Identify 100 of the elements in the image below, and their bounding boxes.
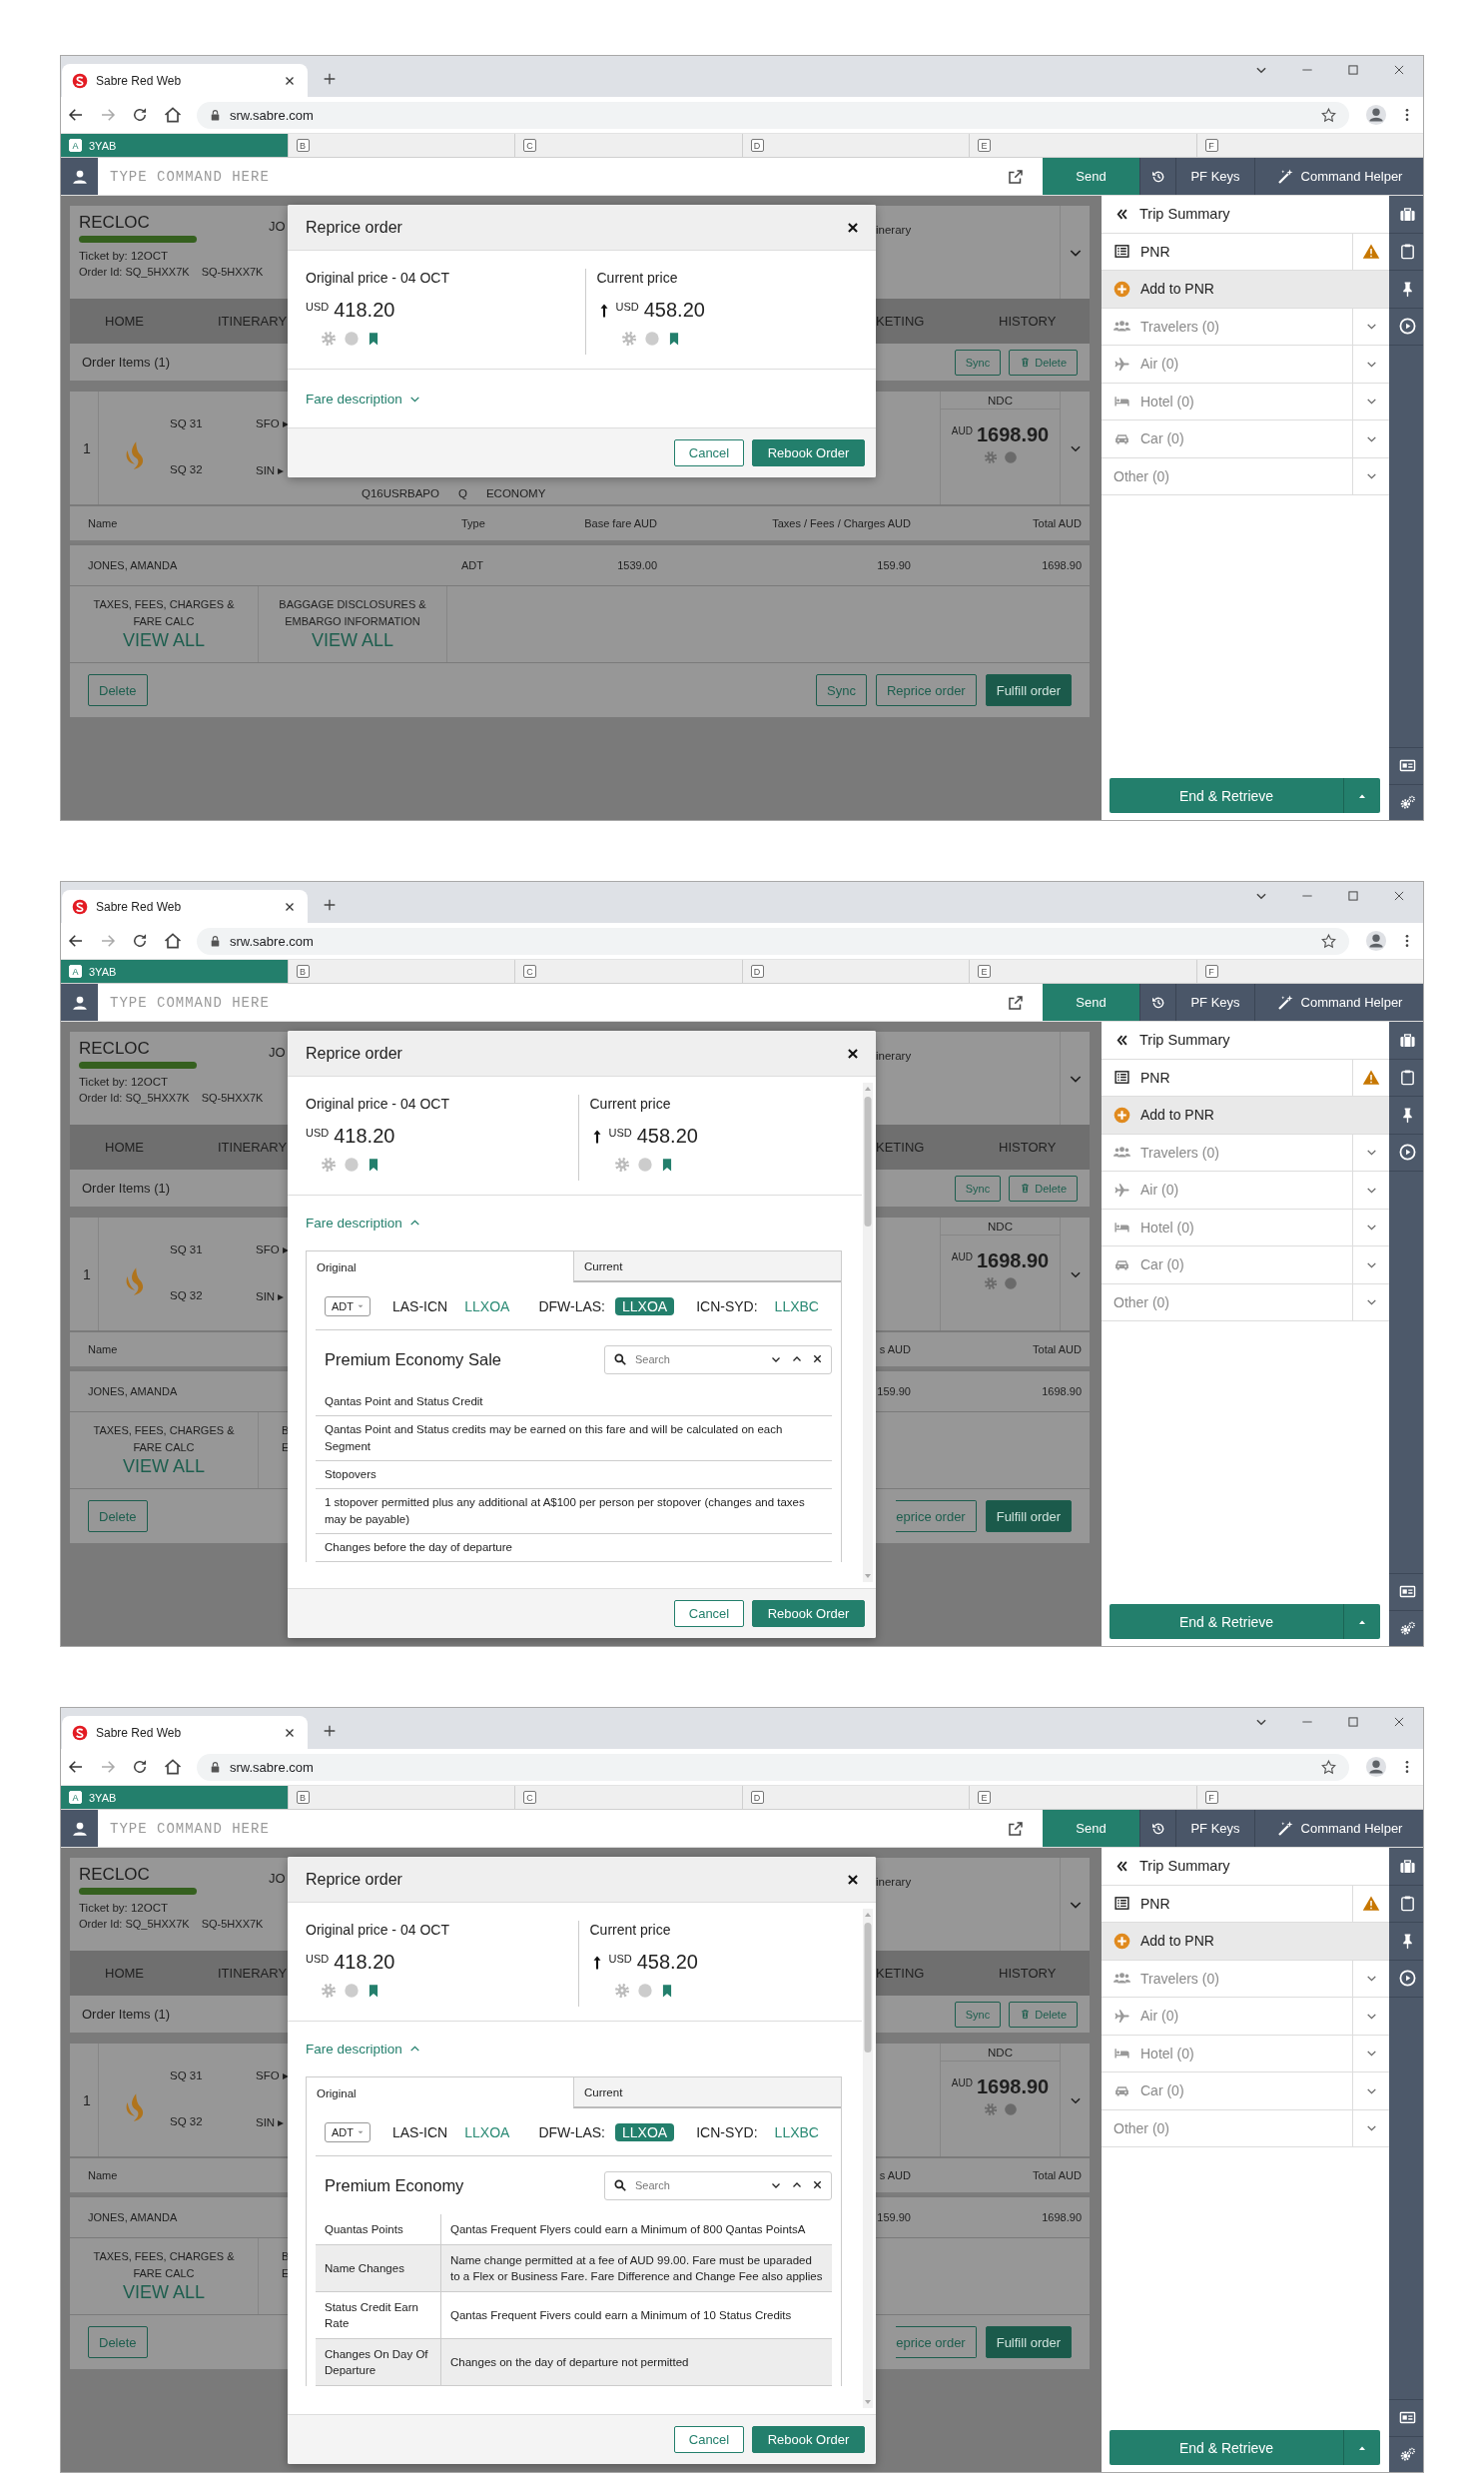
home-icon[interactable] [163,105,183,125]
nav-tab[interactable]: HISTORY [999,1140,1057,1155]
star-icon[interactable] [1320,106,1337,124]
close-icon[interactable] [846,1872,860,1887]
session-tab[interactable]: A 3YAB [61,1786,289,1809]
close-icon[interactable] [1392,63,1406,77]
profile-icon[interactable] [1365,1756,1387,1778]
session-tab[interactable]: A 3YAB [61,134,289,157]
play-icon[interactable] [1398,318,1416,336]
fare-basis-link[interactable]: LLXOA [615,2122,675,2141]
external-link-icon[interactable] [1007,993,1025,1012]
close-icon[interactable] [1392,889,1406,903]
play-icon[interactable] [1398,1144,1416,1162]
clipboard-icon[interactable] [1398,1069,1416,1087]
back-icon[interactable] [67,106,85,124]
pf-keys-button[interactable]: PF Keys [1175,984,1254,1021]
address-bar[interactable]: srw.sabre.com [197,1753,1349,1781]
search-input[interactable]: Search [633,1352,764,1366]
send-button[interactable]: Send [1043,984,1139,1021]
fare-tab[interactable]: Current [573,2077,841,2108]
back-icon[interactable] [67,1758,85,1776]
command-helper-button[interactable]: Command Helper [1254,158,1423,195]
profile-icon[interactable] [1365,104,1387,126]
reprice-button[interactable]: eprice order [896,2326,977,2358]
delete-button[interactable]: Delete [88,2326,148,2358]
reload-icon[interactable] [131,106,149,124]
external-link-icon[interactable] [1007,167,1025,186]
end-retrieve-button[interactable]: End & Retrieve [1110,1604,1343,1639]
history-button[interactable] [1139,158,1175,195]
fulfill-button[interactable]: Fulfill order [985,1500,1072,1532]
history-button[interactable] [1139,984,1175,1021]
end-retrieve-button[interactable]: End & Retrieve [1110,778,1343,813]
external-link-icon[interactable] [1007,1819,1025,1838]
delete-button[interactable]: Delete [1009,349,1078,376]
passenger-type-select[interactable]: ADT [325,2121,371,2142]
nav-tab[interactable]: ITINERARY [218,1140,288,1155]
close-icon[interactable] [284,74,296,87]
reload-icon[interactable] [131,1758,149,1776]
sync-button[interactable]: Sync [954,1175,1002,1202]
view-all-link[interactable]: VIEW ALL [122,1456,205,1476]
browser-tab[interactable]: Sabre Red Web [62,64,308,97]
maximize-icon[interactable] [1346,63,1360,77]
delete-button[interactable]: Delete [1009,2001,1078,2028]
maximize-icon[interactable] [1346,889,1360,903]
back-icon[interactable] [67,932,85,950]
close-icon[interactable] [1392,1715,1406,1729]
delete-button[interactable]: Delete [1009,1175,1078,1202]
end-retrieve-button[interactable]: End & Retrieve [1110,2430,1343,2465]
send-button[interactable]: Send [1043,1810,1139,1847]
pf-keys-button[interactable]: PF Keys [1175,158,1254,195]
play-icon[interactable] [1398,1970,1416,1988]
sync-button[interactable]: Sync [816,674,867,706]
delete-button[interactable]: Delete [88,1500,148,1532]
nav-tab[interactable]: HISTORY [999,314,1057,329]
nav-tab[interactable]: HISTORY [999,1966,1057,1981]
fulfill-button[interactable]: Fulfill order [985,674,1072,706]
reload-icon[interactable] [131,932,149,950]
nav-tab[interactable]: HOME [105,314,144,329]
home-icon[interactable] [163,931,183,951]
close-icon[interactable] [846,1046,860,1061]
fare-description-toggle[interactable]: Fare description [306,1216,421,1231]
view-all-link[interactable]: VIEW ALL [311,630,393,650]
summary-item[interactable]: Add to PNR [1102,1097,1389,1134]
address-bar[interactable]: srw.sabre.com [197,101,1349,129]
cancel-button[interactable]: Cancel [674,2426,744,2453]
rebook-button[interactable]: Rebook Order [752,1600,865,1627]
profile-icon[interactable] [1365,930,1387,952]
session-tab[interactable]: A 3YAB [61,960,289,983]
nav-tab[interactable]: ITINERARY [218,1966,288,1981]
suitcase-icon[interactable] [1398,1857,1416,1875]
cancel-button[interactable]: Cancel [674,439,744,466]
browser-tab[interactable]: Sabre Red Web [62,890,308,923]
nav-tab[interactable]: HOME [105,1966,144,1981]
close-icon[interactable] [846,220,860,235]
search-field[interactable]: Search [604,2170,832,2200]
nav-tab[interactable]: ITINERARY [218,314,288,329]
summary-item[interactable]: Add to PNR [1102,1923,1389,1960]
fulfill-button[interactable]: Fulfill order [985,2326,1072,2358]
sync-button[interactable]: Sync [954,2001,1002,2028]
gears-icon[interactable] [1398,2446,1416,2464]
fare-basis-link[interactable]: LLXBC [767,2122,826,2141]
rebook-button[interactable]: Rebook Order [752,2426,865,2453]
nav-tab[interactable]: KETING [876,1966,925,1981]
nav-tab[interactable]: HOME [105,1140,144,1155]
gears-icon[interactable] [1398,794,1416,812]
fare-basis-link[interactable]: LLXOA [457,2122,517,2141]
gears-icon[interactable] [1398,1620,1416,1638]
home-icon[interactable] [163,1757,183,1777]
fare-basis-link[interactable]: LLXBC [767,1296,826,1315]
view-all-link[interactable]: VIEW ALL [122,630,205,650]
view-all-link[interactable]: VIEW ALL [122,2282,205,2302]
search-input[interactable]: Search [633,2178,764,2192]
star-icon[interactable] [1320,932,1337,950]
nav-tab[interactable]: KETING [876,314,925,329]
suitcase-icon[interactable] [1398,1031,1416,1049]
search-field[interactable]: Search [604,1344,832,1374]
close-icon[interactable] [284,1726,296,1739]
clipboard-icon[interactable] [1398,243,1416,261]
delete-button[interactable]: Delete [88,674,148,706]
maximize-icon[interactable] [1346,1715,1360,1729]
